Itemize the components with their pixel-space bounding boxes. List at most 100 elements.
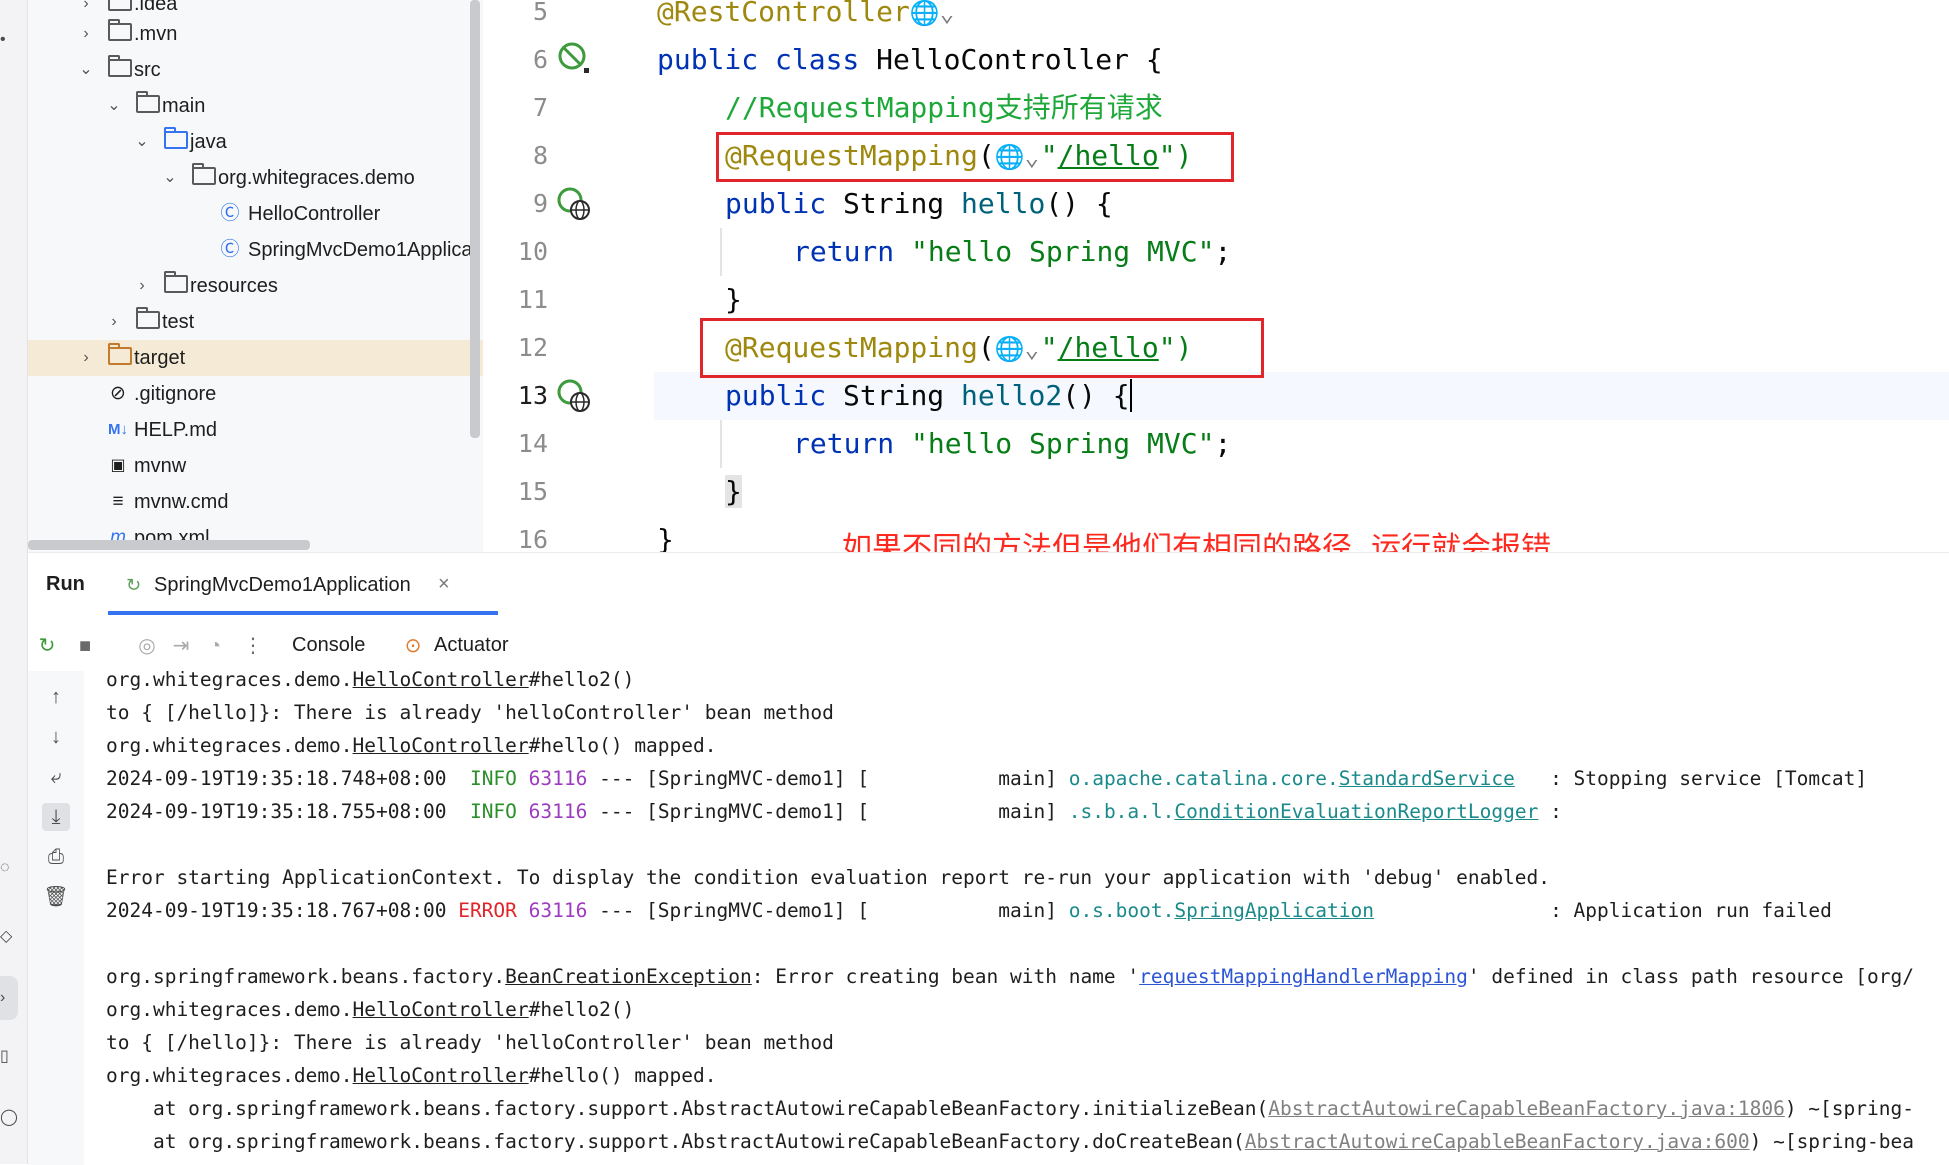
folder-icon [108,52,132,88]
commit-icon[interactable]: ◌ [0,856,14,880]
chevron-right-icon[interactable]: › [78,16,94,52]
stack-trace-link[interactable]: AbstractAutowireCapableBeanFactory.java:… [1268,1097,1785,1120]
tab-actuator[interactable]: Actuator [434,634,508,657]
camera-icon[interactable]: ◎ [132,631,162,661]
ignore-file-icon: ⊘ [110,383,126,404]
markdown-icon: M↓ [108,421,128,438]
tab-console[interactable]: Console [292,634,365,657]
console-output[interactable]: org.whitegraces.demo.HelloController#hel… [84,671,1949,1165]
highlight-box [716,132,1234,182]
console-line: org.springframework.beans.factory.BeanCr… [106,965,1914,988]
gauge-icon[interactable]: ◔ [200,631,230,661]
line-number: 8 [532,141,548,170]
line-number: 11 [517,285,548,314]
soft-wrap-icon[interactable]: ⤶ [42,763,70,791]
trash-icon[interactable]: 🗑 [42,883,70,911]
tree-horizontal-scrollbar[interactable] [28,540,310,550]
line-number: 14 [517,429,548,458]
terminal-icon[interactable]: ▯ [0,1045,14,1069]
code-line-10: return "hello Spring MVC"; [793,235,1232,268]
console-line: 2024-09-19T19:35:18.767+08:00 ERROR 6311… [106,899,1832,922]
line-number: 15 [517,477,548,506]
chevron-right-icon[interactable]: › [78,340,94,376]
tree-item-main[interactable]: ⌄ main [28,88,483,124]
tree-item-help[interactable]: M↓ HELP.md [28,412,483,448]
tree-item-hellocontroller[interactable]: Ⓒ HelloController [28,196,483,232]
tree-vertical-scrollbar[interactable] [470,0,480,438]
tree-item-label: test [162,311,195,333]
tree-item-resources[interactable]: › resources [28,268,483,304]
tree-item-gitignore[interactable]: ⊘ .gitignore [28,376,483,412]
text-file-icon: ≡ [112,491,124,512]
request-mapping-icon[interactable] [556,186,592,222]
tree-item-mvn[interactable]: › .mvn [28,16,483,52]
tree-item-src[interactable]: ⌄ src [28,52,483,88]
excluded-folder-icon [108,340,132,376]
spring-boot-class-icon: Ⓒ [220,239,240,260]
console-line: org.whitegraces.demo.HelloController#hel… [106,734,717,757]
folder-icon [108,16,132,52]
activity-strip: • ◌ ◇ › ▯ ◯ [0,0,28,1164]
spring-bean-icon[interactable] [556,40,592,76]
line-number: 10 [517,237,548,266]
stop-icon[interactable]: ■ [70,631,100,661]
project-tree: › .idea › .mvn ⌄ src ⌄ main ⌄ java ⌄ org… [28,0,483,552]
line-number: 12 [517,333,548,362]
tree-item-mvnw-cmd[interactable]: ≡ mvnw.cmd [28,484,483,520]
chevron-right-icon[interactable]: › [134,268,150,304]
code-line-13: public String hello2() { [725,379,1132,412]
tree-item-label: main [162,95,206,117]
more-options-icon[interactable]: ⋮ [238,631,268,661]
code-line-7: //RequestMapping支持所有请求 [725,91,1163,124]
tree-item-label: mvnw.cmd [134,491,229,513]
stack-trace-link[interactable]: AbstractAutowireCapableBeanFactory.java:… [1245,1130,1750,1153]
console-side-toolbar: ↑ ↓ ⤶ ⤓ ⎙ 🗑 [28,671,84,1165]
arrow-up-icon[interactable]: ↑ [42,683,70,711]
tab-run-config[interactable]: SpringMvcDemo1Application [154,574,411,597]
rerun-icon[interactable]: ↻ [32,631,62,661]
request-mapping-icon[interactable] [556,378,592,414]
scroll-to-end-icon[interactable]: ⤓ [42,803,70,831]
tree-item-label: target [134,347,186,369]
tree-item-label: HelloController [248,203,381,225]
console-line: at org.springframework.beans.factory.sup… [106,1097,1914,1120]
arrow-down-icon[interactable]: ↓ [42,723,70,751]
tree-item-mvnw[interactable]: ▣ mvnw [28,448,483,484]
chevron-down-icon[interactable]: ⌄ [134,124,150,160]
actuator-icon: ⊙ [404,635,422,657]
run-header: Run ↻ SpringMvcDemo1Application × [28,553,1949,617]
globe-inlay-icon[interactable]: 🌐⌄ [910,0,956,28]
line-number: 13 [517,381,548,410]
chevron-down-icon[interactable]: ⌄ [78,52,94,88]
line-number: 5 [532,0,548,26]
tree-item-test[interactable]: › test [28,304,483,340]
print-icon[interactable]: ⎙ [42,843,70,871]
close-icon[interactable]: × [438,573,450,596]
tree-item-application[interactable]: Ⓒ SpringMvcDemo1Applicat [28,232,483,268]
tree-item-package[interactable]: ⌄ org.whitegraces.demo [28,160,483,196]
code-line-9: public String hello() { [725,187,1113,220]
console-line: to { [/hello]}: There is already 'helloC… [106,701,834,724]
problems-icon[interactable]: ◯ [0,1106,18,1130]
chevron-down-icon[interactable]: ⌄ [162,160,178,196]
tree-item-label: HELP.md [134,419,218,441]
tree-item-target[interactable]: › target [28,340,483,376]
tree-item-java[interactable]: ⌄ java [28,124,483,160]
folder-icon [136,88,160,124]
console-line: to { [/hello]}: There is already 'helloC… [106,1031,834,1054]
chevron-down-icon[interactable]: ⌄ [106,88,122,124]
folder-icon [136,304,160,340]
class-icon: Ⓒ [220,203,240,224]
code-line-11: } [725,283,742,316]
editor-gutter: 5 6 7 8 9 10 11 12 13 14 15 16 [484,0,654,552]
tree-item-label: .mvn [134,23,178,45]
code-editor[interactable]: 5 6 7 8 9 10 11 12 13 14 15 16 @RestCont… [484,0,1949,552]
indent-guide [720,228,722,276]
bean-link[interactable]: requestMappingHandlerMapping [1139,965,1468,988]
chevron-right-icon[interactable]: › [106,304,122,340]
tree-item-label: org.whitegraces.demo [218,167,415,189]
run-tool-icon[interactable]: › [0,986,14,1010]
run-title: Run [46,573,85,595]
services-icon[interactable]: ◇ [0,925,14,949]
exit-icon[interactable]: ⇥ [166,631,196,661]
